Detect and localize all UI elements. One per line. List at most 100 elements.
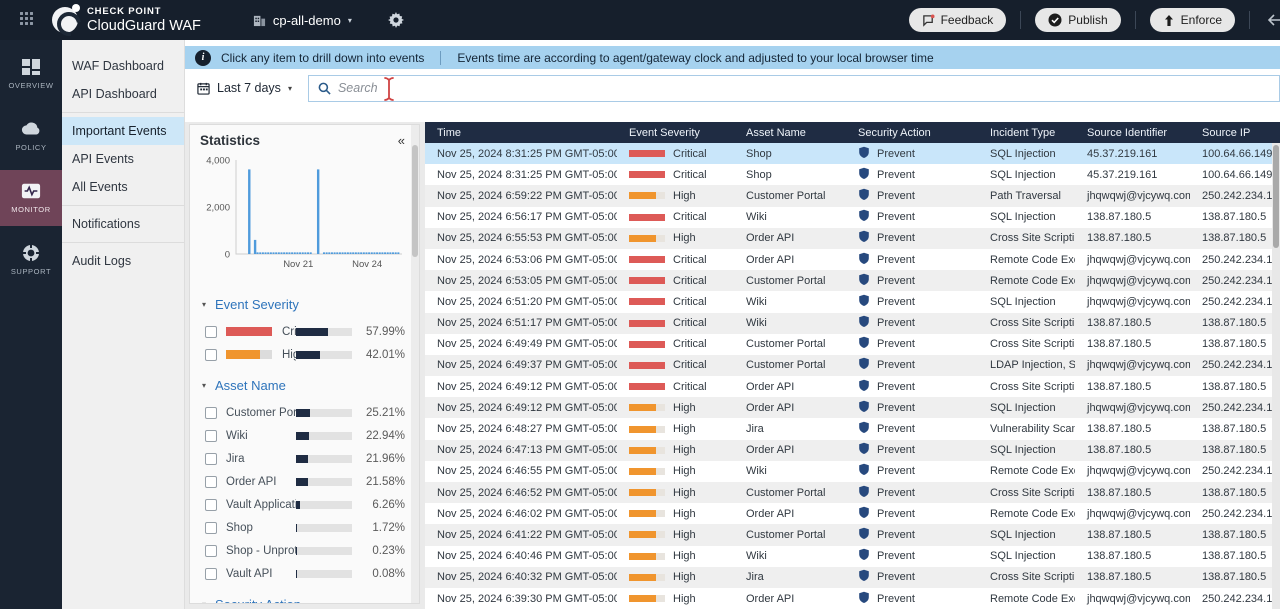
cell-asset-name: Customer Portal xyxy=(734,487,846,499)
sidebar-item-waf-dashboard[interactable]: WAF Dashboard xyxy=(62,52,184,80)
table-row[interactable]: Nov 25, 2024 8:31:25 PM GMT-05:00Critica… xyxy=(425,164,1280,185)
filter-section-title[interactable]: Security Action xyxy=(215,597,301,604)
table-row[interactable]: Nov 25, 2024 6:41:22 PM GMT-05:00HighCus… xyxy=(425,524,1280,545)
filter-checkbox[interactable] xyxy=(205,326,217,338)
table-row[interactable]: Nov 25, 2024 6:51:17 PM GMT-05:00Critica… xyxy=(425,313,1280,334)
stats-scrollbar-thumb[interactable] xyxy=(412,145,418,257)
chevron-down-icon[interactable]: ▾ xyxy=(202,600,206,604)
publish-button[interactable]: Publish xyxy=(1035,8,1120,32)
column-header-event-severity[interactable]: Event Severity xyxy=(617,127,734,139)
action-label: Prevent xyxy=(877,338,915,350)
shield-prevent-icon xyxy=(858,273,870,289)
column-header-source-identifier[interactable]: Source Identifier xyxy=(1075,127,1190,139)
filter-checkbox[interactable] xyxy=(205,568,217,580)
filter-checkbox[interactable] xyxy=(205,476,217,488)
nav-overview[interactable]: OVERVIEW xyxy=(0,46,62,102)
table-row[interactable]: Nov 25, 2024 6:51:20 PM GMT-05:00Critica… xyxy=(425,291,1280,312)
filter-checkbox[interactable] xyxy=(205,545,217,557)
column-header-incident-type[interactable]: Incident Type xyxy=(978,127,1075,139)
sidebar-item-important-events[interactable]: Important Events xyxy=(62,117,184,145)
chevron-down-icon[interactable]: ▾ xyxy=(202,300,206,309)
sidebar-item-all-events[interactable]: All Events xyxy=(62,173,184,201)
filter-row[interactable]: Shop1.72% xyxy=(200,516,405,539)
action-label: Prevent xyxy=(877,465,915,477)
app-launcher-icon[interactable] xyxy=(20,12,36,28)
filter-row[interactable]: Vault Application6.26% xyxy=(200,493,405,516)
table-row[interactable]: Nov 25, 2024 6:49:12 PM GMT-05:00Critica… xyxy=(425,376,1280,397)
filter-checkbox[interactable] xyxy=(205,407,217,419)
filter-row[interactable]: Critical57.99% xyxy=(200,320,405,343)
filter-section-title[interactable]: Asset Name xyxy=(215,378,286,393)
table-row[interactable]: Nov 25, 2024 6:49:49 PM GMT-05:00Critica… xyxy=(425,334,1280,355)
filter-section-title[interactable]: Event Severity xyxy=(215,297,299,312)
tenant-selector[interactable]: cp-all-demo ▾ xyxy=(253,13,352,28)
cell-time: Nov 25, 2024 6:40:32 PM GMT-05:00 xyxy=(425,571,617,583)
filter-row[interactable]: High42.01% xyxy=(200,343,405,366)
gear-icon[interactable] xyxy=(388,12,404,28)
shield-prevent-icon xyxy=(858,591,870,607)
table-row[interactable]: Nov 25, 2024 6:53:06 PM GMT-05:00Critica… xyxy=(425,249,1280,270)
table-row[interactable]: Nov 25, 2024 6:39:30 PM GMT-05:00HighOrd… xyxy=(425,588,1280,609)
enforce-button[interactable]: Enforce xyxy=(1150,8,1235,32)
main-area: Statistics « 4,0002,0000Nov 21Nov 24 ▾Ev… xyxy=(185,107,1280,609)
severity-label: High xyxy=(673,593,696,605)
cell-time: Nov 25, 2024 6:56:17 PM GMT-05:00 xyxy=(425,211,617,223)
table-row[interactable]: Nov 25, 2024 6:40:46 PM GMT-05:00HighWik… xyxy=(425,546,1280,567)
cell-time: Nov 25, 2024 6:53:06 PM GMT-05:00 xyxy=(425,254,617,266)
column-header-security-action[interactable]: Security Action xyxy=(846,127,978,139)
table-row[interactable]: Nov 25, 2024 6:40:32 PM GMT-05:00HighJir… xyxy=(425,567,1280,588)
cell-severity: High xyxy=(617,550,734,562)
action-label: Prevent xyxy=(877,593,915,605)
table-row[interactable]: Nov 25, 2024 6:47:13 PM GMT-05:00HighOrd… xyxy=(425,440,1280,461)
filter-checkbox[interactable] xyxy=(205,522,217,534)
shield-icon xyxy=(858,209,870,222)
filter-checkbox[interactable] xyxy=(205,453,217,465)
table-scrollbar[interactable] xyxy=(1272,143,1280,609)
collapse-panel-icon[interactable]: « xyxy=(398,134,405,147)
cell-security-action: Prevent xyxy=(846,230,978,246)
sidebar-item-api-dashboard[interactable]: API Dashboard xyxy=(62,80,184,108)
table-row[interactable]: Nov 25, 2024 8:31:25 PM GMT-05:00Critica… xyxy=(425,143,1280,164)
date-range-selector[interactable]: Last 7 days ▾ xyxy=(197,81,292,95)
cell-asset-name: Shop xyxy=(734,169,846,181)
column-header-asset-name[interactable]: Asset Name xyxy=(734,127,846,139)
sidebar-item-audit-logs[interactable]: Audit Logs xyxy=(62,247,184,275)
filter-row[interactable]: Order API21.58% xyxy=(200,470,405,493)
filter-percent-bar xyxy=(296,478,352,486)
table-row[interactable]: Nov 25, 2024 6:55:53 PM GMT-05:00HighOrd… xyxy=(425,228,1280,249)
feedback-button[interactable]: Feedback xyxy=(909,8,1007,32)
filter-checkbox[interactable] xyxy=(205,499,217,511)
filter-row[interactable]: Customer Portal25.21% xyxy=(200,401,405,424)
collapse-arrow-icon[interactable] xyxy=(1264,12,1280,28)
filter-checkbox[interactable] xyxy=(205,430,217,442)
table-row[interactable]: Nov 25, 2024 6:46:52 PM GMT-05:00HighCus… xyxy=(425,482,1280,503)
sidebar-item-api-events[interactable]: API Events xyxy=(62,145,184,173)
nav-policy[interactable]: POLICY xyxy=(0,108,62,164)
search-input[interactable] xyxy=(338,81,1279,95)
table-row[interactable]: Nov 25, 2024 6:49:37 PM GMT-05:00Critica… xyxy=(425,355,1280,376)
stats-scrollbar[interactable] xyxy=(411,125,419,603)
column-header-time[interactable]: Time xyxy=(425,127,617,139)
severity-label: Critical xyxy=(673,359,707,371)
table-row[interactable]: Nov 25, 2024 6:46:02 PM GMT-05:00HighOrd… xyxy=(425,503,1280,524)
dashboard-icon xyxy=(21,58,41,76)
column-header-source-ip[interactable]: Source IP xyxy=(1190,127,1280,139)
cell-incident-type: Vulnerability Scanning xyxy=(978,423,1075,435)
nav-support[interactable]: SUPPORT xyxy=(0,232,62,288)
filter-row[interactable]: Shop - Unprotected0.23% xyxy=(200,539,405,562)
building-icon xyxy=(253,14,266,27)
nav-monitor[interactable]: MONITOR xyxy=(0,170,62,226)
table-row[interactable]: Nov 25, 2024 6:53:05 PM GMT-05:00Critica… xyxy=(425,270,1280,291)
table-scrollbar-thumb[interactable] xyxy=(1273,145,1279,248)
chevron-down-icon[interactable]: ▾ xyxy=(202,381,206,390)
table-row[interactable]: Nov 25, 2024 6:49:12 PM GMT-05:00HighOrd… xyxy=(425,397,1280,418)
table-row[interactable]: Nov 25, 2024 6:59:22 PM GMT-05:00HighCus… xyxy=(425,185,1280,206)
table-row[interactable]: Nov 25, 2024 6:48:27 PM GMT-05:00HighJir… xyxy=(425,418,1280,439)
filter-row[interactable]: Wiki22.94% xyxy=(200,424,405,447)
filter-checkbox[interactable] xyxy=(205,349,217,361)
table-row[interactable]: Nov 25, 2024 6:46:55 PM GMT-05:00HighWik… xyxy=(425,461,1280,482)
table-row[interactable]: Nov 25, 2024 6:56:17 PM GMT-05:00Critica… xyxy=(425,207,1280,228)
sidebar-item-notifications[interactable]: Notifications xyxy=(62,210,184,238)
filter-row[interactable]: Vault API0.08% xyxy=(200,562,405,585)
filter-row[interactable]: Jira21.96% xyxy=(200,447,405,470)
